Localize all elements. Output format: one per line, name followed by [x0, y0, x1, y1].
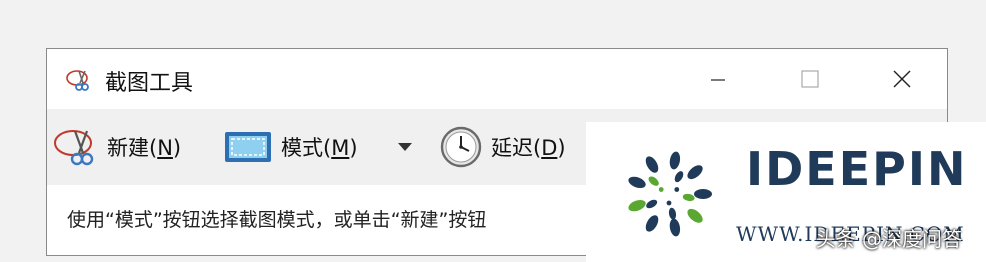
delay-button-accesskey: D: [541, 136, 558, 160]
maximize-icon: [801, 70, 819, 88]
ideepin-logo-icon: [628, 151, 712, 237]
dropdown-arrow-icon: [398, 143, 412, 151]
delay-button-suffix: ): [557, 136, 566, 160]
new-snip-button[interactable]: 新建(N): [53, 121, 181, 173]
mode-button[interactable]: 模式(M): [223, 121, 358, 173]
title-bar[interactable]: 截图工具: [47, 49, 947, 107]
minimize-icon: [711, 79, 725, 81]
screen-mode-icon: [225, 132, 271, 162]
close-button[interactable]: [879, 61, 925, 97]
clock-icon: [440, 126, 482, 168]
mode-button-label: 模式(: [281, 136, 332, 160]
mode-button-suffix: ): [349, 136, 358, 160]
close-icon: [893, 70, 911, 88]
new-button-label: 新建(: [107, 136, 158, 160]
maximize-button[interactable]: [787, 61, 833, 97]
watermark-credit: 头条 @深度问答: [815, 227, 962, 251]
mode-dropdown-button[interactable]: [393, 121, 417, 173]
mode-button-accesskey: M: [331, 136, 350, 160]
new-button-accesskey: N: [157, 136, 173, 160]
delay-button-label: 延迟(: [491, 136, 542, 160]
status-message: 使用“模式”按钮选择截图模式，或单击“新建”按钮: [67, 209, 487, 231]
delay-button[interactable]: 延迟(D): [439, 121, 566, 173]
minimize-button[interactable]: [695, 61, 741, 97]
watermark-overlay: IDEEPIN WWW.IDEEPIN.COM 头条 @深度问答: [586, 122, 986, 262]
watermark-brand: IDEEPIN: [746, 142, 968, 196]
snipping-scissors-icon: [54, 130, 94, 166]
window-title: 截图工具: [105, 71, 194, 96]
snipping-scissors-icon: [65, 65, 93, 93]
new-button-suffix: ): [172, 136, 182, 160]
